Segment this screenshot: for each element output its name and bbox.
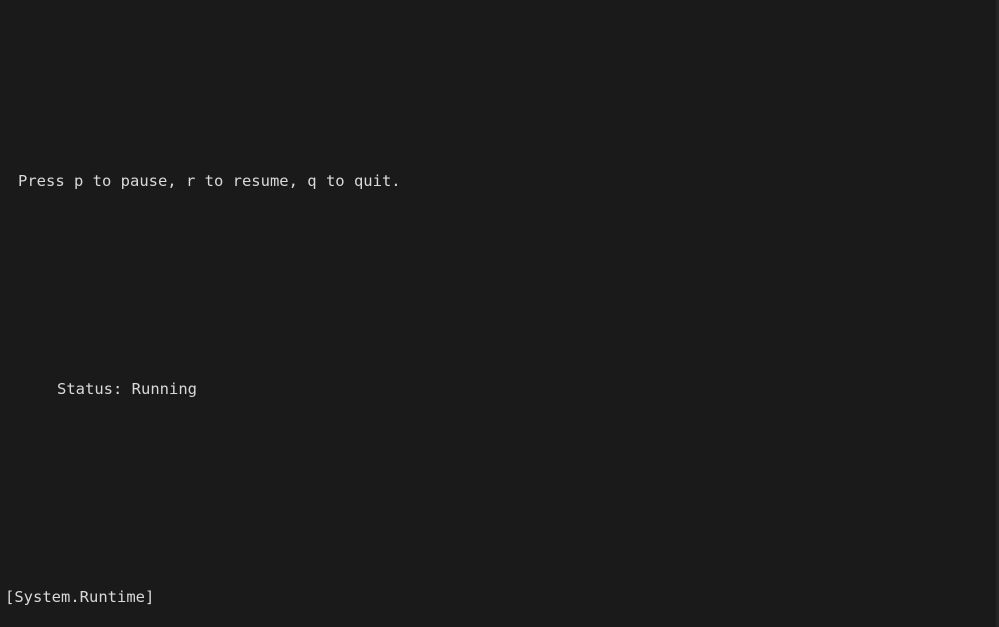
top-spacer	[0, 78, 996, 90]
terminal-screen[interactable]: Press p to pause, r to resume, q to quit…	[0, 0, 996, 627]
provider-header: [System.Runtime]	[5, 588, 155, 606]
status-line: Status: Running	[57, 380, 197, 398]
terminal-window[interactable]: Press p to pause, r to resume, q to quit…	[0, 0, 999, 627]
help-line: Press p to pause, r to resume, q to quit…	[18, 172, 401, 190]
